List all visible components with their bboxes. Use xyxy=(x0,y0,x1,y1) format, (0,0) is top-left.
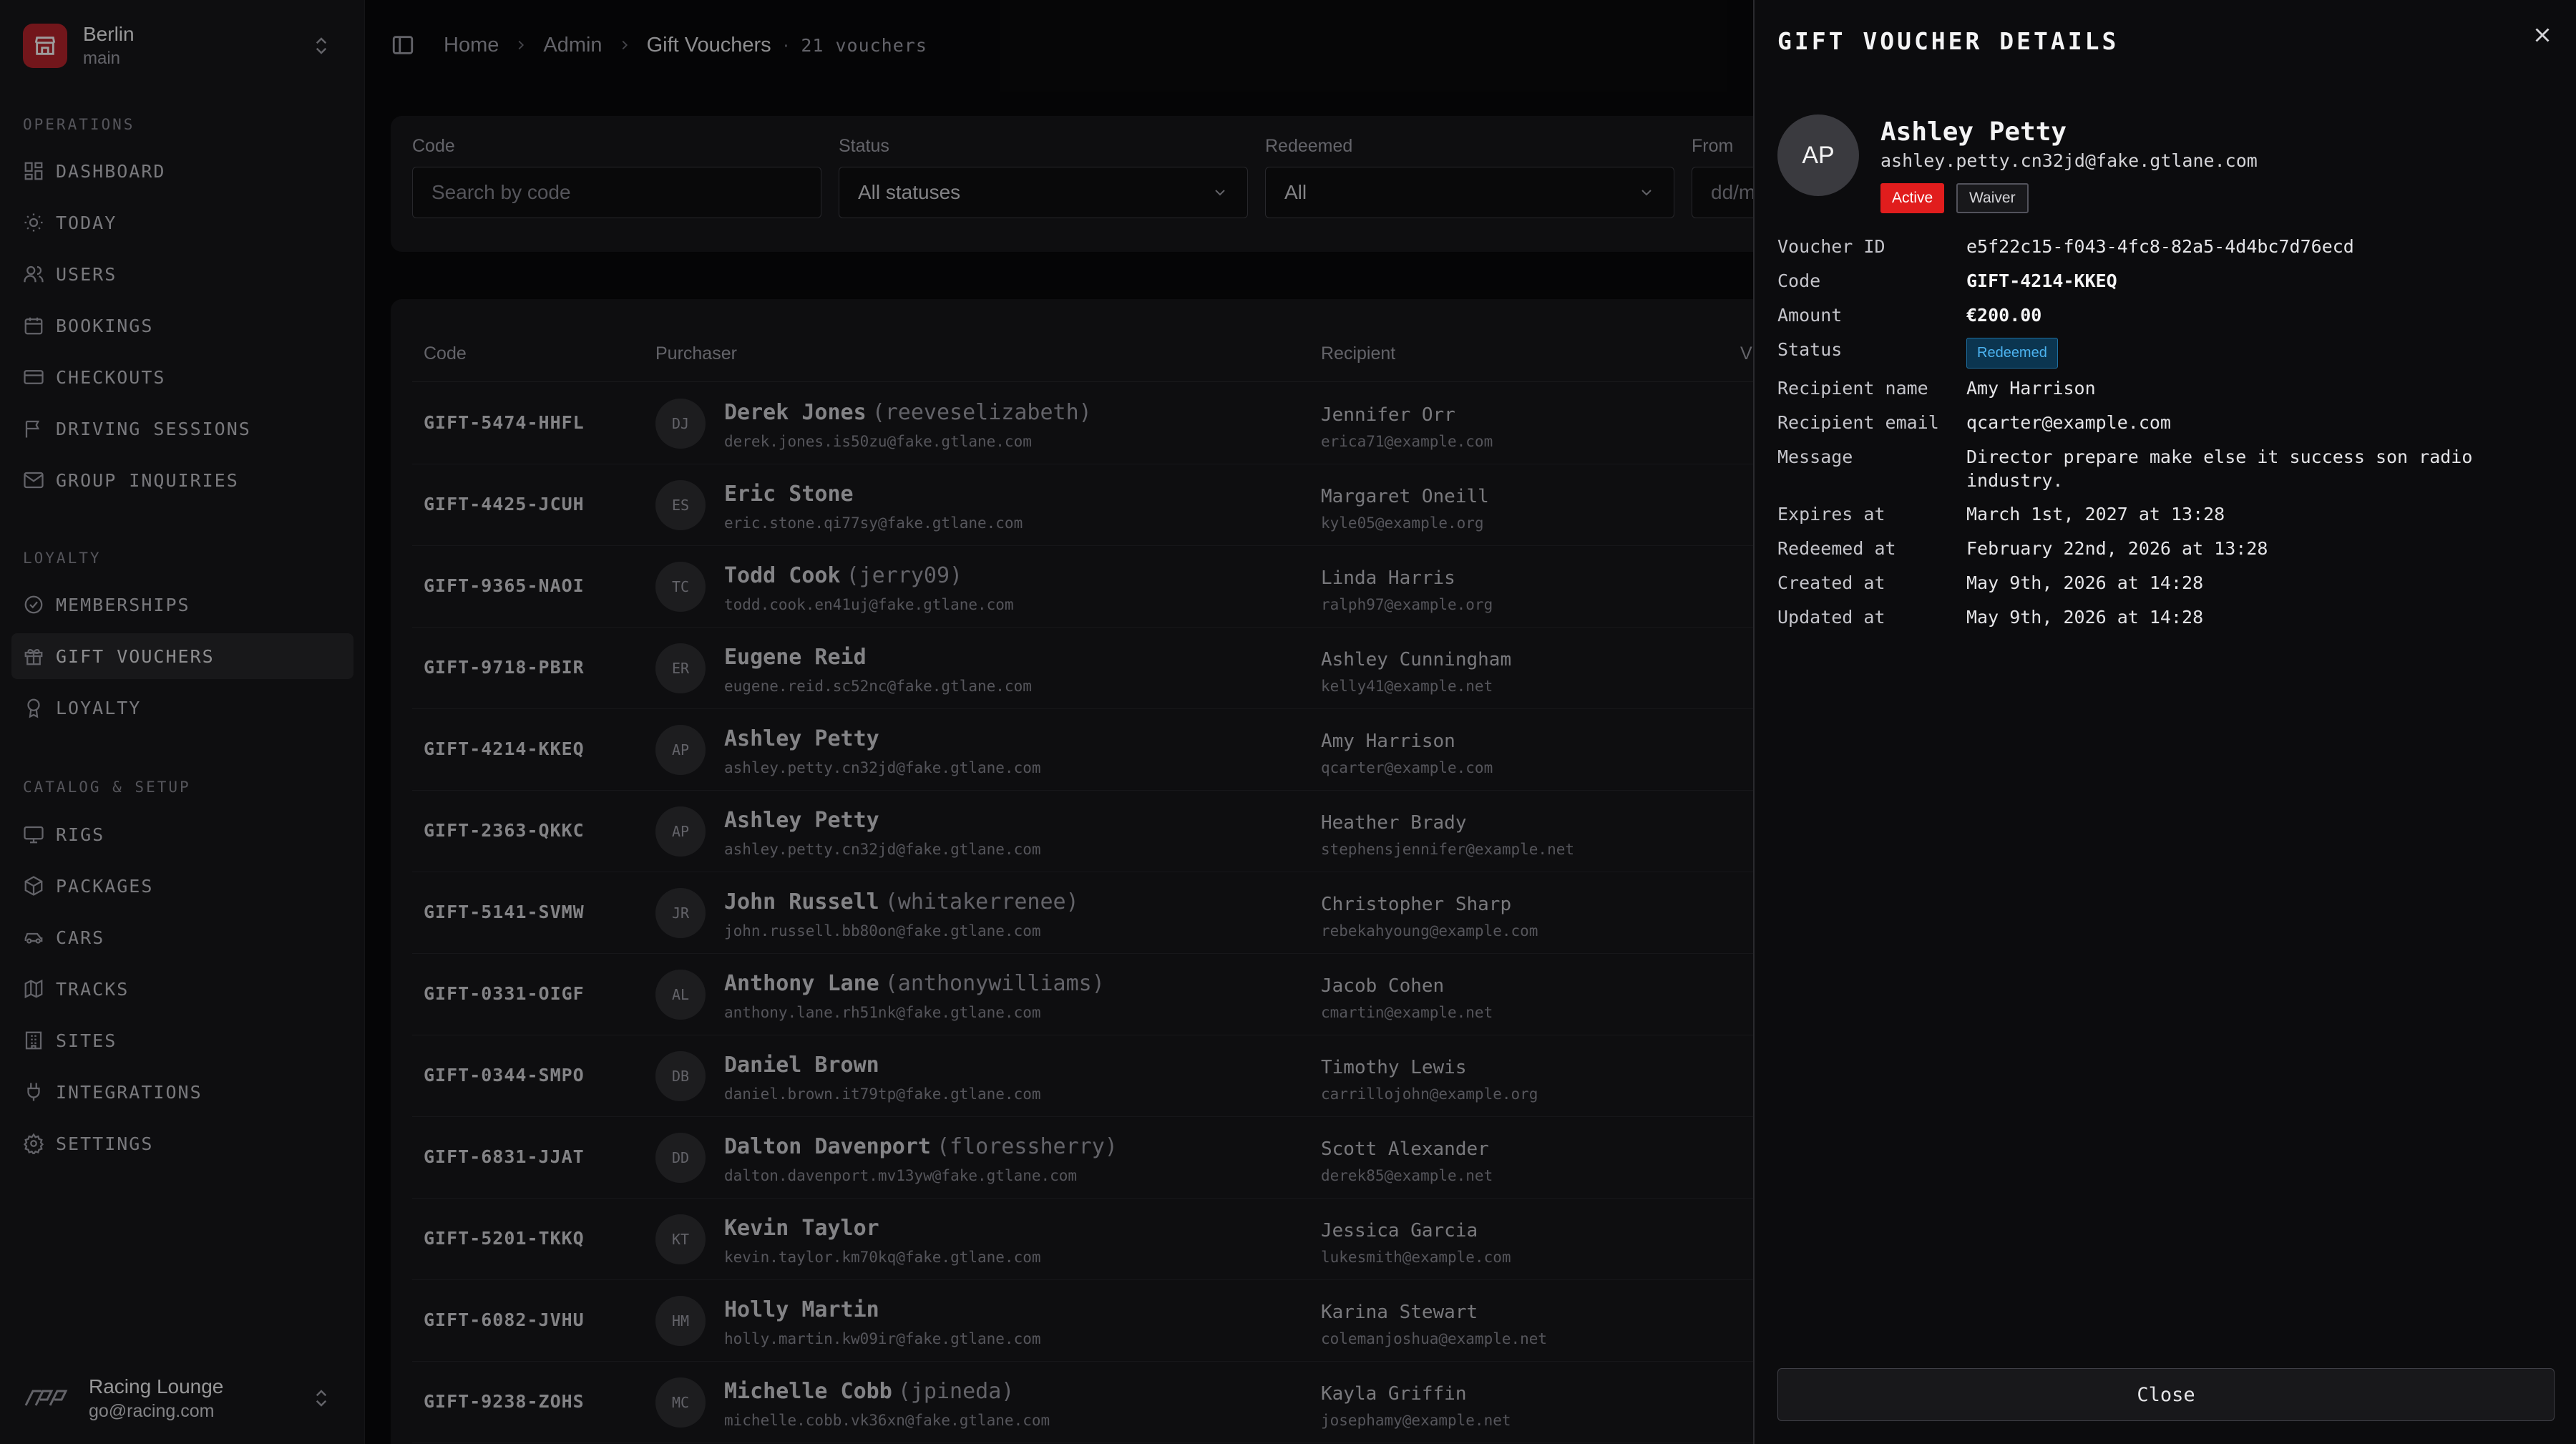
field-label-amount: Amount xyxy=(1777,305,1843,326)
field-value-expires-at: March 1st, 2027 at 13:28 xyxy=(1966,504,2225,525)
field-label-message: Message xyxy=(1777,447,1853,467)
field-value-voucher-id: e5f22c15-f043-4fc8-82a5-4d4bc7d76ecd xyxy=(1966,236,2354,257)
close-button[interactable]: Close xyxy=(1777,1368,2555,1421)
field-value-recipient-email: qcarter@example.com xyxy=(1966,412,2171,433)
waiver-badge: Waiver xyxy=(1956,183,2029,213)
modal-backdrop[interactable] xyxy=(0,0,1753,1444)
purchaser-email: ashley.petty.cn32jd@fake.gtlane.com xyxy=(1880,150,2258,171)
field-label-recipient-email: Recipient email xyxy=(1777,412,1939,433)
field-value-recipient-name: Amy Harrison xyxy=(1966,378,2096,399)
status-badge: Redeemed xyxy=(1966,338,2058,369)
gift-voucher-details-drawer: GIFT VOUCHER DETAILS AP Ashley Petty ash… xyxy=(1753,0,2576,1444)
field-label-expires-at: Expires at xyxy=(1777,504,1885,525)
field-value-message: Director prepare make else it success so… xyxy=(1966,447,2473,491)
purchaser-name: Ashley Petty xyxy=(1880,117,2067,147)
field-value-code: GIFT-4214-KKEQ xyxy=(1966,270,2117,291)
field-label-voucher-id: Voucher ID xyxy=(1777,236,1885,257)
field-value-created-at: May 9th, 2026 at 14:28 xyxy=(1966,572,2204,593)
field-value-amount: €200.00 xyxy=(1966,305,2042,326)
active-badge: Active xyxy=(1880,183,1945,213)
field-label-recipient-name: Recipient name xyxy=(1777,378,1928,399)
field-value-status: Redeemed xyxy=(1966,338,2539,369)
avatar: AP xyxy=(1777,114,1859,196)
field-value-updated-at: May 9th, 2026 at 14:28 xyxy=(1966,607,2204,628)
field-label-code: Code xyxy=(1777,270,1821,291)
field-label-updated-at: Updated at xyxy=(1777,607,1885,628)
field-label-created-at: Created at xyxy=(1777,572,1885,593)
field-label-redeemed-at: Redeemed at xyxy=(1777,538,1896,559)
field-label-status: Status xyxy=(1777,339,1843,360)
drawer-title: GIFT VOUCHER DETAILS xyxy=(1777,27,2119,55)
field-value-redeemed-at: February 22nd, 2026 at 13:28 xyxy=(1966,538,2268,559)
close-icon[interactable] xyxy=(2530,23,2555,47)
